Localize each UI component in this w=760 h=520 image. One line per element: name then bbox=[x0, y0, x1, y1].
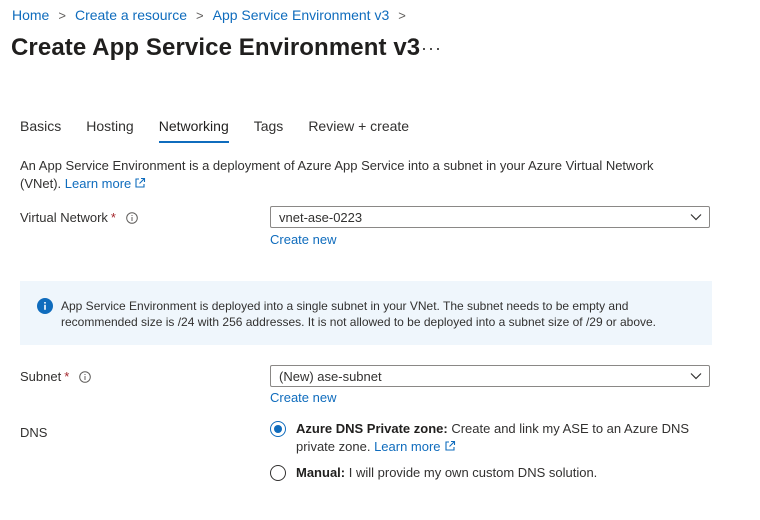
radio-manual-dns-title: Manual: bbox=[296, 465, 346, 480]
subnet-dropdown[interactable]: (New) ase-subnet bbox=[270, 365, 710, 387]
radio-manual-dns-desc: I will provide my own custom DNS solutio… bbox=[348, 465, 598, 480]
chevron-right-icon: > bbox=[58, 7, 66, 23]
breadcrumb-create-resource[interactable]: Create a resource bbox=[75, 7, 187, 23]
more-icon[interactable]: ··· bbox=[421, 38, 442, 59]
virtual-network-label: Virtual Network * bbox=[20, 210, 138, 225]
dns-learn-more-link[interactable]: Learn more bbox=[374, 439, 455, 454]
chevron-down-icon bbox=[690, 373, 702, 380]
learn-more-link[interactable]: Learn more bbox=[65, 176, 146, 191]
info-icon[interactable] bbox=[79, 370, 92, 383]
dns-learn-more-label: Learn more bbox=[374, 439, 441, 454]
tab-tags[interactable]: Tags bbox=[254, 118, 284, 143]
external-link-icon bbox=[444, 440, 455, 451]
chevron-down-icon bbox=[690, 214, 702, 221]
tab-networking[interactable]: Networking bbox=[158, 118, 229, 143]
vnet-create-new-link[interactable]: Create new bbox=[270, 232, 336, 247]
info-filled-icon bbox=[37, 298, 53, 314]
info-icon[interactable] bbox=[126, 211, 138, 224]
tab-hosting[interactable]: Hosting bbox=[86, 118, 133, 143]
tab-bar: Basics Hosting Networking Tags Review + … bbox=[20, 118, 434, 143]
virtual-network-dropdown[interactable]: vnet-ase-0223 bbox=[270, 206, 710, 228]
radio-manual-dns[interactable] bbox=[270, 465, 286, 481]
radio-azure-dns-title: Azure DNS Private zone: bbox=[296, 421, 448, 436]
required-marker: * bbox=[64, 369, 70, 384]
subnet-create-new-link[interactable]: Create new bbox=[270, 390, 336, 405]
subnet-selected-value: (New) ase-subnet bbox=[279, 369, 382, 384]
breadcrumb: Home > Create a resource > App Service E… bbox=[12, 7, 415, 23]
subnet-label-text: Subnet bbox=[20, 369, 62, 384]
tab-review-create[interactable]: Review + create bbox=[308, 118, 409, 143]
external-link-icon bbox=[135, 177, 146, 188]
vnet-label-text: Virtual Network bbox=[20, 210, 108, 225]
radio-manual-dns-label: Manual: I will provide my own custom DNS… bbox=[296, 464, 706, 482]
page-title: Create App Service Environment v3 bbox=[11, 34, 421, 61]
dns-label: DNS bbox=[20, 425, 48, 440]
intro-text: An App Service Environment is a deployme… bbox=[20, 157, 670, 193]
breadcrumb-home[interactable]: Home bbox=[12, 7, 49, 23]
vnet-selected-value: vnet-ase-0223 bbox=[279, 210, 363, 225]
dns-option-manual[interactable]: Manual: I will provide my own custom DNS… bbox=[270, 465, 706, 482]
subnet-info-message: App Service Environment is deployed into… bbox=[20, 281, 712, 345]
required-marker: * bbox=[110, 210, 116, 225]
radio-azure-dns[interactable] bbox=[270, 421, 286, 437]
info-message-text: App Service Environment is deployed into… bbox=[61, 299, 657, 329]
chevron-right-icon: > bbox=[196, 7, 204, 23]
learn-more-label: Learn more bbox=[64, 176, 132, 191]
subnet-label: Subnet * bbox=[20, 369, 92, 384]
tab-basics[interactable]: Basics bbox=[20, 118, 61, 143]
breadcrumb-app-service-env[interactable]: App Service Environment v3 bbox=[213, 7, 390, 23]
radio-azure-dns-label: Azure DNS Private zone: Create and link … bbox=[296, 420, 706, 456]
dns-option-azure-private-zone[interactable]: Azure DNS Private zone: Create and link … bbox=[270, 421, 706, 456]
chevron-right-icon: > bbox=[398, 7, 406, 23]
